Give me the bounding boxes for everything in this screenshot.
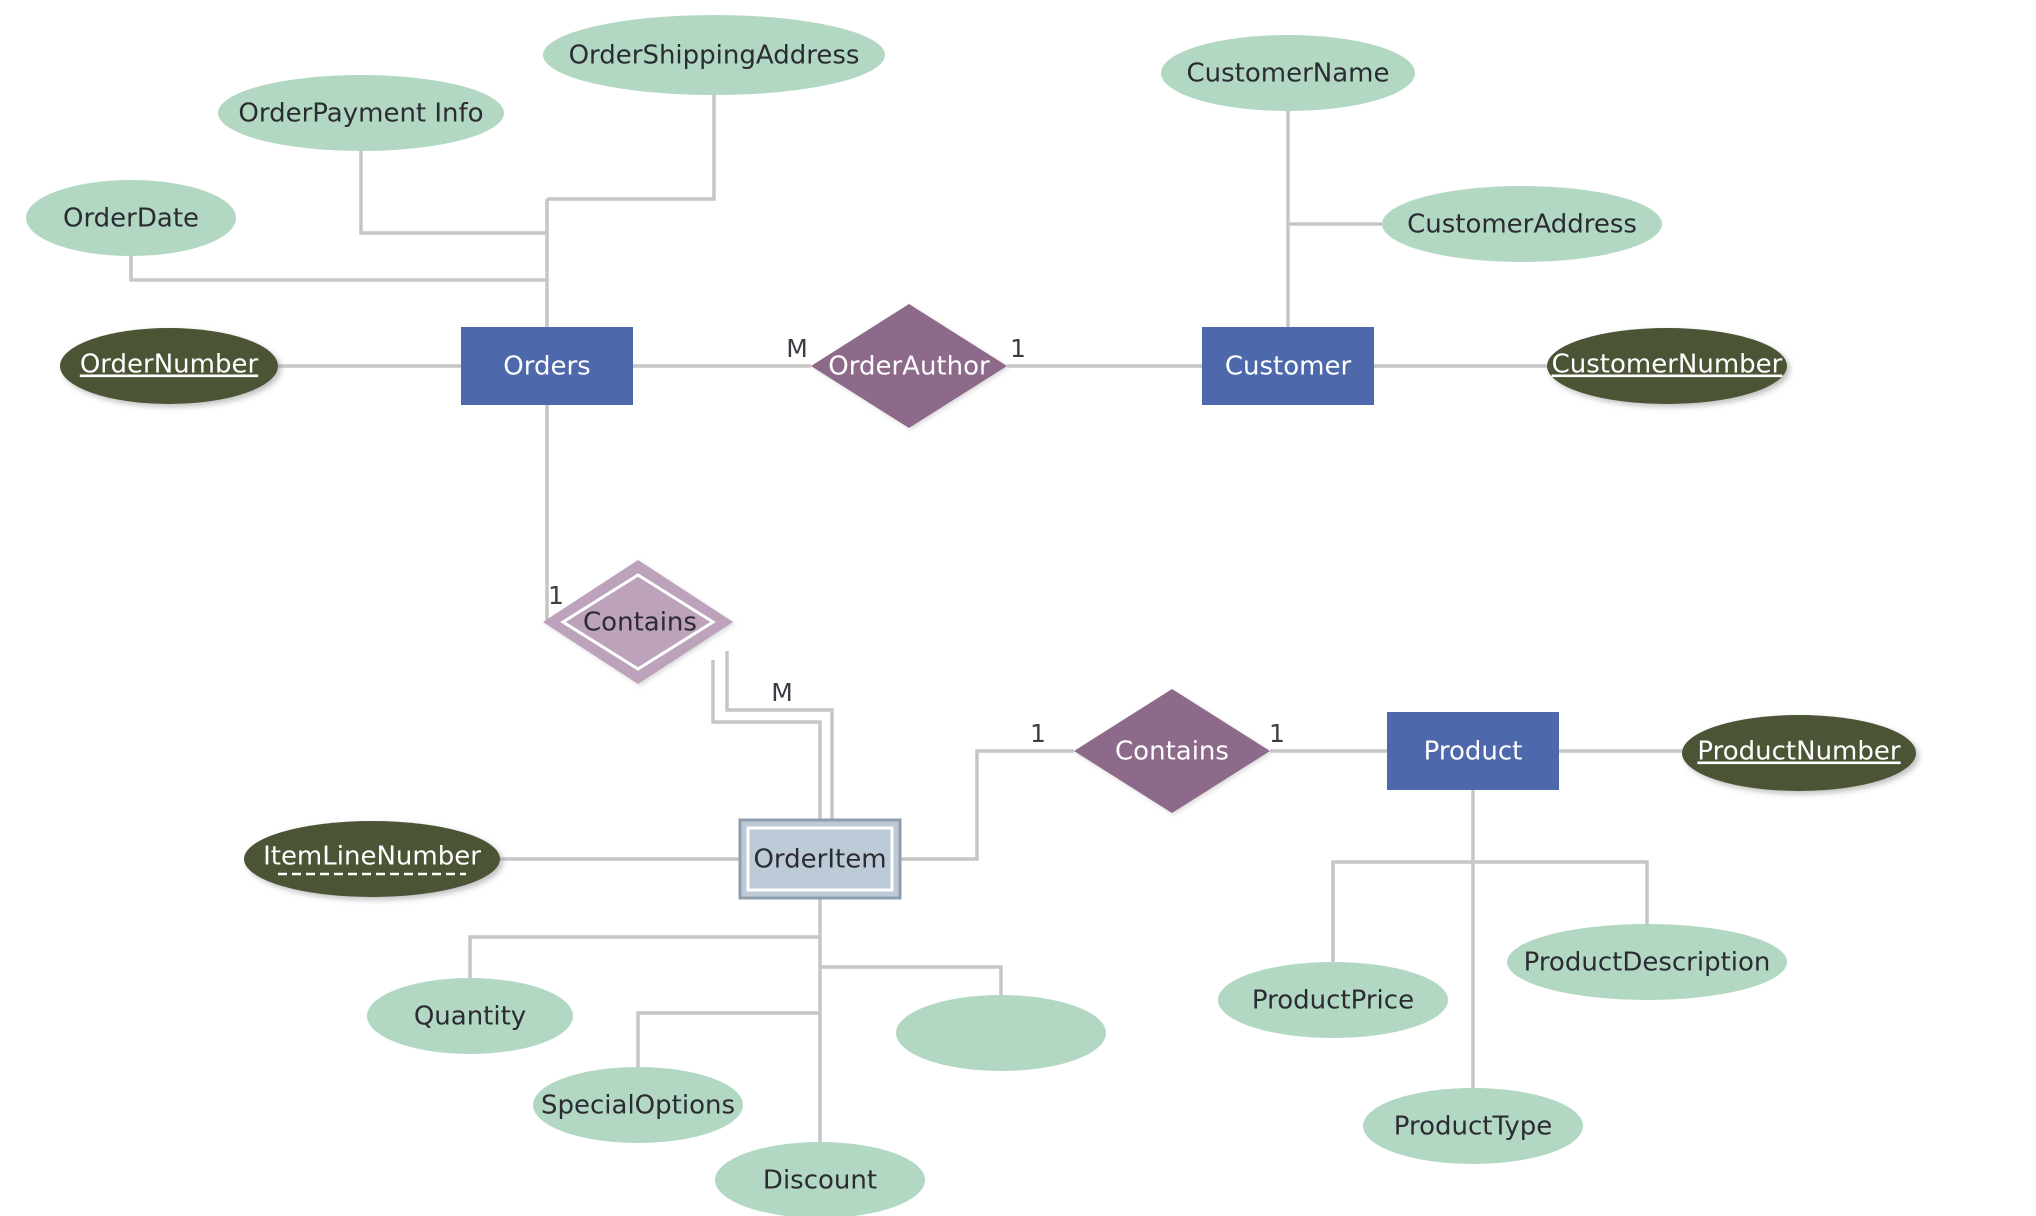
- attribute-price[interactable]: Discount: [715, 1142, 925, 1216]
- partial-key-attribute-label: ItemLineNumber: [263, 842, 481, 872]
- attribute-orderdate[interactable]: OrderDate: [26, 180, 236, 256]
- attribute-quantity[interactable]: Quantity: [367, 978, 573, 1054]
- attribute-specialoptions[interactable]: SpecialOptions: [533, 1067, 743, 1143]
- attribute-label: CustomerAddress: [1407, 210, 1637, 240]
- relationship-contains-order[interactable]: Contains: [543, 560, 733, 684]
- attribute-discount[interactable]: [896, 995, 1106, 1071]
- connector-orders-orderpayment: [359, 151, 547, 235]
- attribute-label: ProductPrice: [1252, 986, 1414, 1016]
- attribute-label: CustomerName: [1187, 59, 1390, 89]
- cardinality-orders-contains: 1: [548, 581, 564, 610]
- connector-orders-ordershipping: [547, 95, 716, 201]
- attribute-ordershippingaddress[interactable]: OrderShippingAddress: [543, 15, 885, 95]
- entity-customer[interactable]: Customer: [1202, 327, 1374, 405]
- attribute-ordernumber[interactable]: OrderNumber: [60, 328, 278, 404]
- key-attribute-label: OrderNumber: [80, 350, 259, 380]
- relationship-label: OrderAuthor: [828, 352, 990, 382]
- cardinality-orderauthor-customer: 1: [1010, 334, 1026, 363]
- attribute-label: Discount: [763, 1166, 877, 1196]
- key-attribute-label: CustomerNumber: [1552, 350, 1783, 380]
- relationship-label: Contains: [583, 608, 697, 638]
- relationship-orderauthor[interactable]: OrderAuthor: [811, 304, 1007, 428]
- entity-label: OrderItem: [753, 845, 886, 875]
- connector-orders-orderdate: [129, 256, 547, 282]
- connector-contains-orderitem-outer: [725, 651, 834, 820]
- cardinality-orderitem-containsproduct: 1: [1030, 719, 1046, 748]
- erd-svg: OrderDate OrderPayment Info OrderShippin…: [26, 15, 1916, 1216]
- connector-orderitem-containsproduct: [900, 749, 1074, 861]
- attribute-producttype[interactable]: ProductType: [1363, 1088, 1583, 1164]
- entity-orders[interactable]: Orders: [461, 327, 633, 405]
- cardinality-orders-orderauthor: M: [786, 334, 808, 363]
- cardinality-contains-orderitem: M: [771, 678, 793, 707]
- attribute-itemlinenumber[interactable]: ItemLineNumber: [244, 821, 500, 897]
- relationship-contains-product[interactable]: Contains: [1074, 689, 1270, 813]
- attribute-customernumber[interactable]: CustomerNumber: [1547, 328, 1787, 404]
- cardinality-containsproduct-product: 1: [1269, 719, 1285, 748]
- attribute-customername[interactable]: CustomerName: [1161, 35, 1415, 111]
- entity-product[interactable]: Product: [1387, 712, 1559, 790]
- attribute-label: ProductType: [1394, 1112, 1552, 1142]
- attribute-label: Quantity: [414, 1002, 526, 1032]
- attribute-label: OrderDate: [63, 204, 199, 234]
- attribute-productdescription[interactable]: ProductDescription: [1507, 924, 1787, 1000]
- entity-label: Product: [1424, 737, 1523, 767]
- attribute-customeraddress[interactable]: CustomerAddress: [1382, 186, 1662, 262]
- entity-label: Customer: [1225, 352, 1352, 382]
- entity-label: Orders: [503, 352, 590, 382]
- key-attribute-label: ProductNumber: [1697, 737, 1900, 767]
- relationship-layer: OrderAuthor Contains Contains: [543, 304, 1270, 813]
- attribute-layer: OrderDate OrderPayment Info OrderShippin…: [26, 15, 1916, 1216]
- attribute-label: ProductDescription: [1524, 948, 1771, 978]
- entity-orderitem[interactable]: OrderItem: [738, 818, 902, 900]
- erd-canvas: OrderDate OrderPayment Info OrderShippin…: [0, 0, 2036, 1216]
- attribute-label: SpecialOptions: [541, 1091, 735, 1121]
- connector-contains-orderitem-inner: [711, 660, 822, 820]
- attribute-label: OrderPayment Info: [238, 99, 483, 129]
- attribute-ellipse: [896, 995, 1106, 1071]
- attribute-productprice[interactable]: ProductPrice: [1218, 962, 1448, 1038]
- relationship-label: Contains: [1115, 737, 1229, 767]
- attribute-orderpayment-info[interactable]: OrderPayment Info: [218, 75, 504, 151]
- attribute-productnumber[interactable]: ProductNumber: [1682, 715, 1916, 791]
- attribute-label: OrderShippingAddress: [569, 41, 860, 71]
